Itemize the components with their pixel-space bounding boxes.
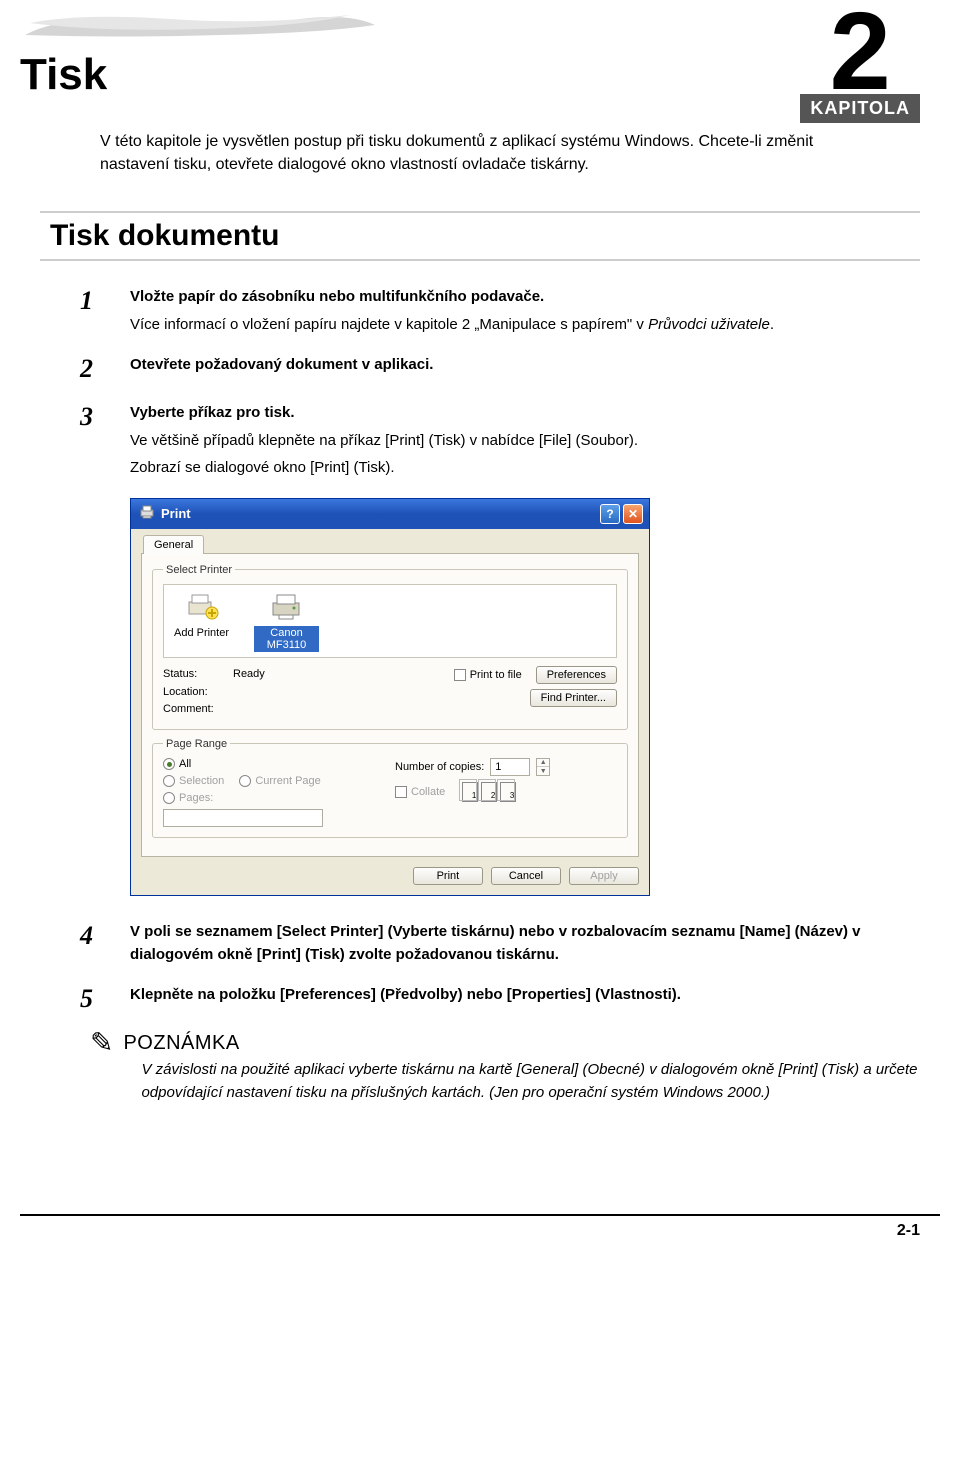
intro-text: V této kapitole je vysvětlen postup při … xyxy=(100,130,880,176)
step-3: 3 Vyberte příkaz pro tisk. Ve většině př… xyxy=(80,402,920,480)
step-bold: V poli se seznamem [Select Printer] (Vyb… xyxy=(130,921,920,966)
copies-label: Number of copies: xyxy=(395,761,484,773)
tab-general[interactable]: General xyxy=(143,535,204,554)
step-number: 2 xyxy=(80,354,130,384)
printer-icon xyxy=(139,505,155,522)
printer-canon-mf3110[interactable]: Canon MF3110 xyxy=(254,590,319,652)
add-printer-label: Add Printer xyxy=(169,626,234,640)
radio-current-page[interactable]: Current Page xyxy=(239,775,320,787)
apply-button[interactable]: Apply xyxy=(569,867,639,885)
step-number: 3 xyxy=(80,402,130,432)
brush-decoration xyxy=(20,5,920,45)
section-heading: Tisk dokumentu xyxy=(40,211,920,261)
step-bold: Vložte papír do zásobníku nebo multifunk… xyxy=(130,286,920,309)
page-title: Tisk xyxy=(20,50,920,100)
dialog-title: Print xyxy=(161,506,191,521)
radio-all[interactable]: All xyxy=(163,758,191,770)
chapter-number: 2 xyxy=(800,5,920,99)
step-2: 2 Otevřete požadovaný dokument v aplikac… xyxy=(80,354,920,384)
step-bold: Vyberte příkaz pro tisk. xyxy=(130,402,920,425)
note-block: ✎ POZNÁMKA V závislosti na použité aplik… xyxy=(90,1032,920,1104)
chapter-label: KAPITOLA xyxy=(800,94,920,123)
radio-selection[interactable]: Selection xyxy=(163,775,224,787)
step-number: 4 xyxy=(80,921,130,951)
step-4: 4 V poli se seznamem [Select Printer] (V… xyxy=(80,921,920,966)
find-printer-button[interactable]: Find Printer... xyxy=(530,689,617,707)
printer-list[interactable]: Add Printer xyxy=(163,584,617,658)
location-label: Location: xyxy=(163,684,233,702)
footer-rule xyxy=(20,1214,940,1216)
collate-checkbox[interactable]: Collate xyxy=(395,786,445,798)
page-range-legend: Page Range xyxy=(163,738,230,750)
print-dialog-screenshot: Print ? ✕ General Select Printer xyxy=(130,498,920,896)
print-to-file-checkbox[interactable]: Print to file xyxy=(454,669,522,681)
page-range-group: Page Range All Selection Current Page Pa… xyxy=(152,738,628,839)
add-printer-item[interactable]: Add Printer xyxy=(169,590,234,652)
pages-input[interactable] xyxy=(163,809,323,827)
comment-label: Comment: xyxy=(163,701,233,719)
pencil-icon: ✎ xyxy=(90,1029,113,1057)
select-printer-legend: Select Printer xyxy=(163,564,235,576)
tab-panel-general: Select Printer xyxy=(141,553,639,857)
status-label: Status: xyxy=(163,666,233,684)
step-detail: Více informací o vložení papíru najdete … xyxy=(130,314,920,337)
status-value: Ready xyxy=(233,668,265,680)
step-bold: Klepněte na položku [Preferences] (Předv… xyxy=(130,984,920,1007)
note-title: POZNÁMKA xyxy=(123,1032,920,1055)
step-detail: Ve většině případů klepněte na příkaz [P… xyxy=(130,430,920,453)
print-dialog: Print ? ✕ General Select Printer xyxy=(130,498,650,896)
page-number: 2-1 xyxy=(0,1222,920,1240)
printer-label: Canon MF3110 xyxy=(254,626,319,652)
radio-pages[interactable]: Pages: xyxy=(163,792,213,804)
close-button[interactable]: ✕ xyxy=(623,504,643,524)
tabstrip: General xyxy=(143,535,639,554)
printer-status-block: Status:Ready Location: Comment: xyxy=(163,666,417,719)
chapter-badge: 2 KAPITOLA xyxy=(800,5,920,123)
preferences-button[interactable]: Preferences xyxy=(536,666,617,684)
step-1: 1 Vložte papír do zásobníku nebo multifu… xyxy=(80,286,920,336)
note-text: V závislosti na použité aplikaci vyberte… xyxy=(141,1059,920,1104)
step-5: 5 Klepněte na položku [Preferences] (Pře… xyxy=(80,984,920,1014)
cancel-button[interactable]: Cancel xyxy=(491,867,561,885)
copies-input[interactable]: 1 xyxy=(490,758,530,776)
print-button[interactable]: Print xyxy=(413,867,483,885)
dialog-titlebar[interactable]: Print ? ✕ xyxy=(131,499,649,529)
step-bold: Otevřete požadovaný dokument v aplikaci. xyxy=(130,354,920,377)
help-button[interactable]: ? xyxy=(600,504,620,524)
printer-icon xyxy=(254,590,319,624)
copies-spinner[interactable]: ▲▼ xyxy=(536,758,550,776)
dialog-button-row: Print Cancel Apply xyxy=(141,867,639,885)
collate-icon: 1 2 3 xyxy=(462,782,516,802)
step-number: 1 xyxy=(80,286,130,316)
step-detail-2: Zobrazí se dialogové okno [Print] (Tisk)… xyxy=(130,457,920,480)
step-number: 5 xyxy=(80,984,130,1014)
add-printer-icon xyxy=(169,590,234,624)
select-printer-group: Select Printer xyxy=(152,564,628,730)
